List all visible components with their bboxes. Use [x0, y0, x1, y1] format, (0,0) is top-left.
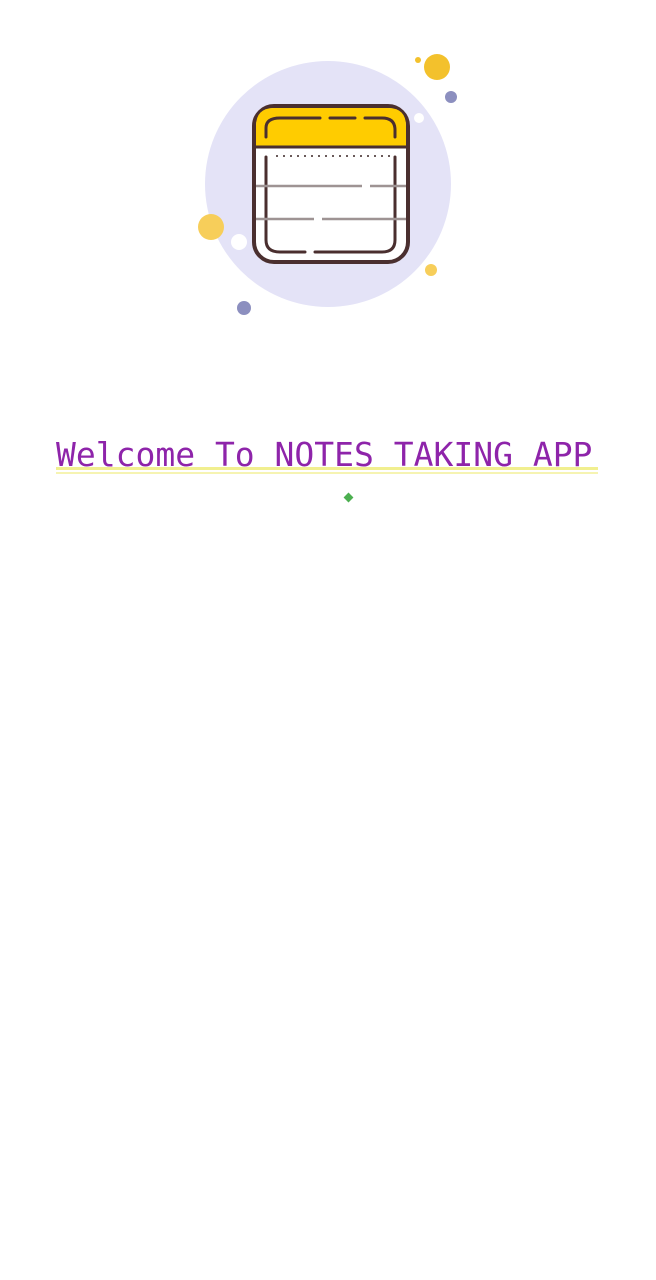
- notes-icon: [252, 104, 410, 264]
- decor-dot: [425, 264, 437, 276]
- decor-dot: [445, 91, 457, 103]
- decor-dot: [231, 234, 247, 250]
- loading-indicator-icon: [343, 492, 354, 503]
- decor-dot: [198, 214, 224, 240]
- title-underline: [56, 467, 598, 470]
- welcome-title: Welcome To NOTES TAKING APP: [56, 435, 593, 474]
- decor-dot: [414, 113, 424, 123]
- decor-dot: [424, 54, 450, 80]
- decor-dot: [415, 57, 421, 63]
- notes-app-illustration: [198, 54, 457, 315]
- title-underline-secondary: [56, 472, 598, 474]
- decor-dot: [237, 301, 251, 315]
